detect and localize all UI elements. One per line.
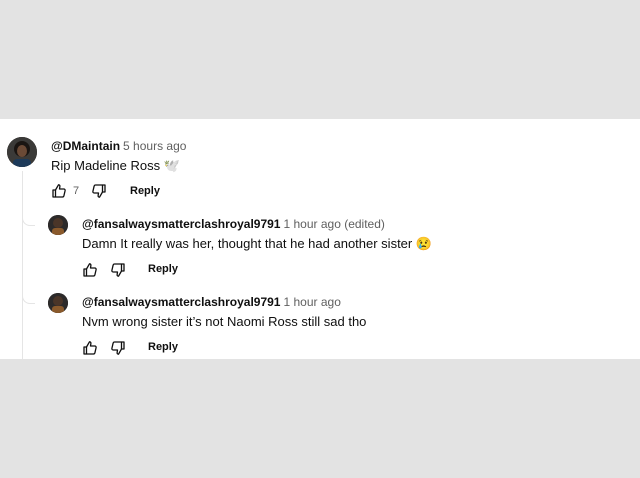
- thread-line: [22, 171, 23, 359]
- comment-time[interactable]: 5 hours ago: [123, 139, 186, 153]
- reply-button[interactable]: Reply: [148, 341, 178, 353]
- comment-meta: @DMaintain 5 hours ago: [51, 139, 186, 153]
- avatar[interactable]: [48, 215, 68, 235]
- dislike-button[interactable]: [110, 261, 126, 279]
- comment-author[interactable]: @DMaintain: [51, 139, 120, 153]
- avatar[interactable]: [48, 293, 68, 313]
- thumbs-down-icon: [110, 340, 126, 356]
- reply-meta: @fansalwaysmatterclashroyal9791 1 hour ag…: [82, 217, 385, 231]
- reply-meta: @fansalwaysmatterclashroyal9791 1 hour ag…: [82, 295, 341, 309]
- reply-button[interactable]: Reply: [148, 263, 178, 275]
- avatar[interactable]: [7, 137, 37, 167]
- reply-text: Nvm wrong sister it’s not Naomi Ross sti…: [82, 314, 367, 329]
- like-count: 7: [73, 185, 80, 197]
- thumbs-up-icon: [82, 340, 98, 356]
- reply-author[interactable]: @fansalwaysmatterclashroyal9791: [82, 217, 280, 231]
- reply-author[interactable]: @fansalwaysmatterclashroyal9791: [82, 295, 280, 309]
- thumbs-down-icon: [110, 262, 126, 278]
- like-button[interactable]: [82, 261, 98, 279]
- reply-button[interactable]: Reply: [130, 185, 160, 197]
- reply-time[interactable]: 1 hour ago: [283, 295, 340, 309]
- thumbs-up-icon: [82, 262, 98, 278]
- thumbs-up-icon: [51, 183, 67, 199]
- like-button[interactable]: 7: [51, 182, 79, 200]
- dislike-button[interactable]: [91, 182, 107, 200]
- comment-text: Rip Madeline Ross 🕊️: [51, 158, 180, 173]
- like-button[interactable]: [82, 339, 98, 357]
- thumbs-down-icon: [91, 183, 107, 199]
- reply-time[interactable]: 1 hour ago (edited): [283, 217, 384, 231]
- reply-text: Damn It really was her, thought that he …: [82, 236, 433, 251]
- dislike-button[interactable]: [110, 339, 126, 357]
